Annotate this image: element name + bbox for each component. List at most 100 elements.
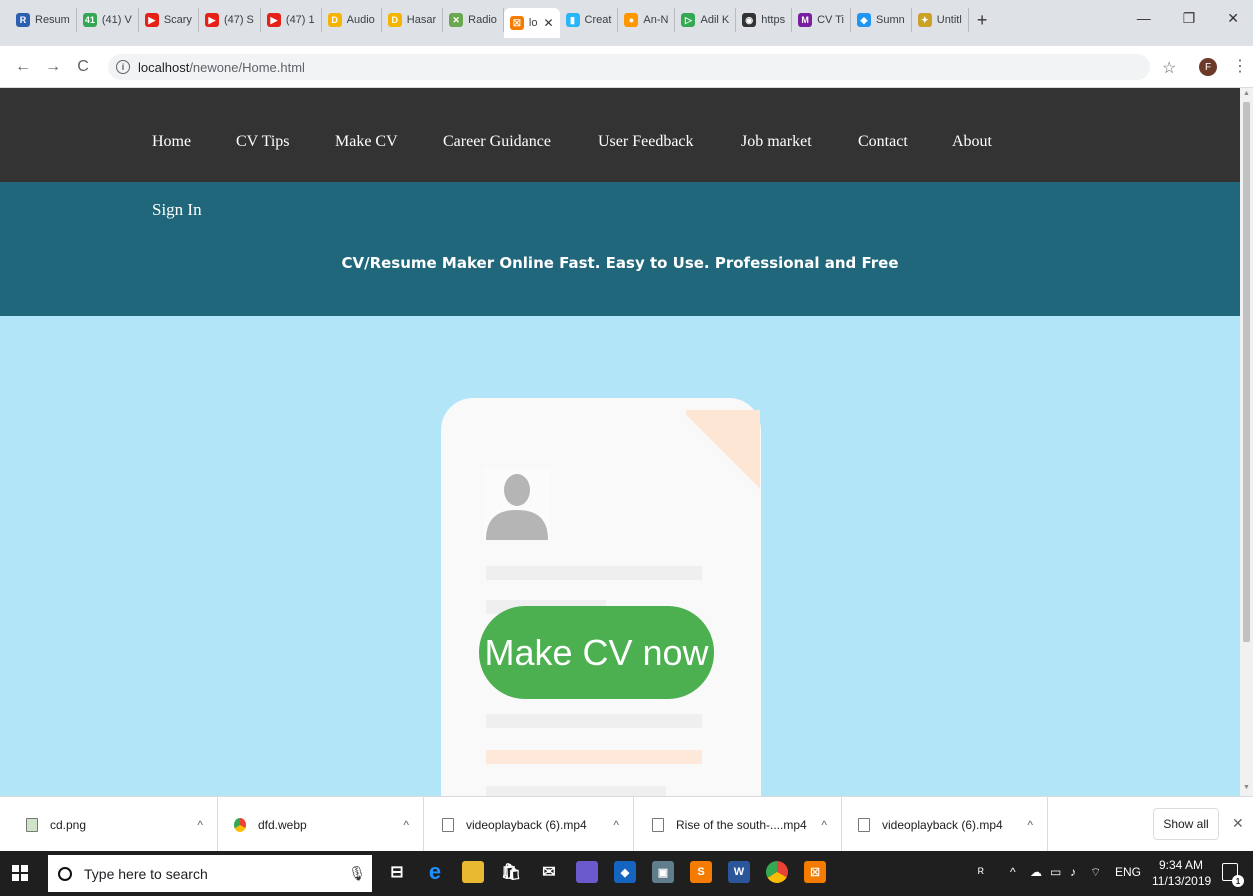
chevron-up-icon[interactable]: ^ (197, 818, 203, 832)
browser-tab[interactable]: ● An-N (618, 8, 676, 32)
tab-label: (47) 1 (285, 14, 315, 26)
browser-tab[interactable]: ▷ Adil K (675, 8, 737, 32)
chevron-up-icon[interactable]: ^ (613, 818, 619, 832)
chrome-icon[interactable] (766, 861, 788, 883)
windows-taskbar: Type here to search 🎙 ⊟ e 🛍 ✉ ◆ ▣ S W ☒ … (0, 851, 1253, 896)
close-window-icon[interactable]: ✕ (1227, 10, 1239, 27)
download-item[interactable]: videoplayback (6).mp4 ^ (424, 797, 634, 852)
browser-tab[interactable]: D Hasar (382, 8, 444, 32)
browser-menu-icon[interactable]: ⋮ (1232, 56, 1248, 76)
tab-label: (41) V (101, 14, 132, 26)
notifications-icon[interactable]: 1 (1222, 863, 1244, 887)
address-bar[interactable]: i localhost/newone/Home.html (108, 54, 1150, 80)
tab-label: Radio (468, 14, 497, 26)
browser-tab[interactable]: ☒ lo ✕ (503, 8, 560, 38)
chevron-up-icon[interactable]: ^ (821, 818, 827, 832)
nav-cv-tips[interactable]: CV Tips (236, 133, 290, 151)
scrollbar-thumb[interactable] (1243, 102, 1250, 642)
restore-icon[interactable]: ❐ (1183, 10, 1196, 27)
nav-about[interactable]: About (952, 133, 992, 151)
image-file-icon (26, 817, 38, 832)
nav-job-market[interactable]: Job market (741, 133, 812, 151)
window-controls: — ❐ ✕ (1137, 10, 1239, 27)
scroll-down-icon[interactable]: ▼ (1243, 784, 1250, 791)
download-item[interactable]: Rise of the south-....mp4 ^ (634, 797, 842, 852)
tab-favicon-icon: ✕ (449, 13, 464, 27)
show-all-button[interactable]: Show all (1153, 808, 1219, 840)
nav-user-feedback[interactable]: User Feedback (598, 133, 694, 151)
browser-tab[interactable]: D Audio (322, 8, 382, 32)
volume-icon[interactable]: ♪ (1070, 865, 1076, 879)
nav-home[interactable]: Home (152, 133, 191, 151)
info-icon[interactable]: i (116, 60, 130, 74)
browser-tab[interactable]: ▶ Scary (139, 8, 199, 32)
bookmark-star-icon[interactable]: ☆ (1162, 58, 1176, 78)
download-filename: videoplayback (6).mp4 (466, 817, 587, 832)
edge-icon[interactable]: e (424, 859, 446, 884)
windows-start-icon[interactable] (12, 865, 28, 881)
browser-tab[interactable]: 41 (41) V (77, 8, 139, 32)
browser-tab[interactable]: R Resum (10, 8, 77, 32)
nav-make-cv[interactable]: Make CV (335, 133, 398, 151)
clock[interactable]: 9:34 AM 11/13/2019 (1152, 857, 1211, 889)
word-icon[interactable]: W (728, 861, 750, 883)
scroll-up-icon[interactable]: ▲ (1243, 90, 1250, 97)
tab-label: Audio (346, 14, 375, 26)
browser-tab[interactable]: ✕ Radio (443, 8, 504, 32)
sign-in-link[interactable]: Sign In (152, 200, 202, 220)
tab-list: R Resum 41 (41) V ▶ Scary ▶ (47) S ▶ (47) 1 D Audio… (10, 8, 988, 38)
chevron-up-icon[interactable]: ^ (1027, 818, 1033, 832)
new-tab-button[interactable]: + (977, 10, 988, 31)
reload-icon[interactable]: C (68, 58, 98, 76)
language-indicator[interactable]: ENG (1115, 865, 1141, 879)
sublime-text-icon[interactable]: S (690, 861, 712, 883)
browser-tab[interactable]: ▮ Creat (560, 8, 619, 32)
chevron-up-icon[interactable]: ^ (1010, 865, 1016, 879)
mail-icon[interactable]: ✉ (538, 861, 560, 883)
battery-icon[interactable]: ▭ (1050, 865, 1061, 879)
tab-label: Resum (35, 14, 70, 26)
tab-favicon-icon: D (387, 13, 402, 27)
chevron-up-icon[interactable]: ^ (403, 818, 409, 832)
search-placeholder: Type here to search (84, 865, 208, 882)
browser-tab[interactable]: ▶ (47) S (199, 8, 261, 32)
url-host: localhost (138, 59, 190, 75)
back-arrow-icon[interactable]: ← (8, 58, 38, 76)
download-item[interactable]: videoplayback (6).mp4 ^ (842, 797, 1048, 852)
app-icon[interactable]: ▣ (652, 861, 674, 883)
forward-arrow-icon[interactable]: → (38, 58, 68, 76)
browser-tab[interactable]: ◉ https (736, 8, 793, 32)
tab-label: https (761, 14, 786, 26)
cortana-icon[interactable] (58, 866, 72, 881)
task-view-icon[interactable]: ⊟ (386, 861, 408, 883)
taskbar-search-box[interactable]: Type here to search 🎙 (48, 855, 372, 892)
file-explorer-icon[interactable] (462, 861, 484, 883)
nav-contact[interactable]: Contact (858, 133, 908, 151)
paint-icon[interactable] (576, 861, 598, 883)
minimize-icon[interactable]: — (1137, 10, 1151, 27)
nav-career-guidance[interactable]: Career Guidance (443, 133, 551, 151)
close-tab-icon[interactable]: ✕ (543, 16, 553, 30)
onedrive-icon[interactable]: ☁ (1030, 865, 1042, 879)
tab-favicon-icon: 41 (82, 13, 97, 27)
file-icon (858, 817, 870, 832)
download-item[interactable]: cd.png ^ (0, 797, 218, 852)
make-cv-now-button[interactable]: Make CV now (479, 606, 714, 699)
browser-tab[interactable]: ▶ (47) 1 (261, 8, 322, 32)
download-item[interactable]: dfd.webp ^ (218, 797, 424, 852)
store-icon[interactable]: 🛍 (500, 861, 522, 883)
xampp-icon[interactable]: ☒ (804, 861, 826, 883)
wifi-icon[interactable]: ⌔ (1090, 865, 1101, 880)
tab-favicon-icon: ▷ (681, 13, 696, 27)
app-icon[interactable]: ◆ (614, 861, 636, 883)
browser-tab[interactable]: M CV Ti (792, 8, 851, 32)
tab-label: Scary (163, 14, 192, 26)
profile-avatar[interactable]: F (1199, 58, 1217, 76)
close-icon[interactable]: ✕ (1232, 815, 1244, 832)
tab-favicon-icon: R (16, 13, 30, 27)
microphone-icon[interactable]: 🎙 (348, 865, 366, 882)
browser-tab[interactable]: ◆ Sumn (851, 8, 912, 32)
people-icon[interactable]: ᴿ (978, 865, 984, 880)
page-scrollbar[interactable]: ▲ ▼ (1240, 88, 1253, 796)
browser-tab[interactable]: ✦ Untitl (912, 8, 969, 32)
